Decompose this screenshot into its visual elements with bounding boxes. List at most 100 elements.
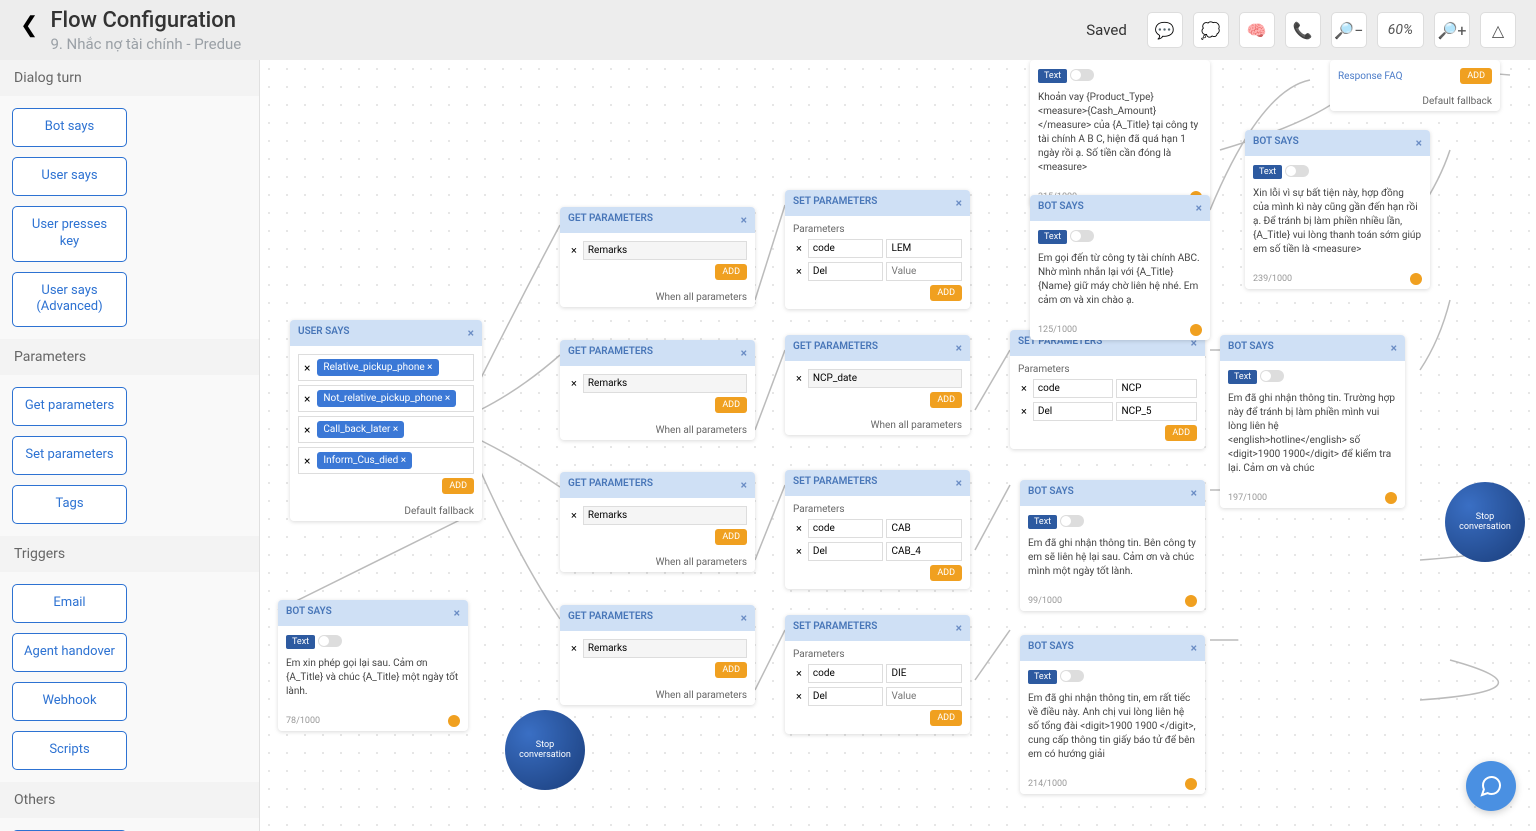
user-says-button[interactable]: User says bbox=[12, 157, 127, 196]
bot-says-node[interactable]: BOT SAYS× Text Em đã ghi nhận thông tin.… bbox=[1020, 480, 1205, 611]
zoom-in-icon[interactable]: 🔎+ bbox=[1434, 12, 1470, 48]
get-params-node[interactable]: GET PARAMETERS× ×ADD When all parameters bbox=[785, 335, 970, 435]
param-key[interactable] bbox=[808, 239, 884, 258]
upload-icon[interactable]: △ bbox=[1480, 12, 1516, 48]
set-params-node[interactable]: SET PARAMETERS× Parameters × × ADD bbox=[1010, 330, 1205, 449]
remove-icon[interactable]: × bbox=[301, 361, 313, 375]
get-params-node[interactable]: GET PARAMETERS× ×ADD When all parameters bbox=[560, 605, 755, 705]
intent-tag[interactable]: Call_back_later × bbox=[317, 421, 404, 438]
remove-icon[interactable]: × bbox=[1018, 382, 1030, 395]
param-key[interactable] bbox=[1033, 402, 1114, 421]
get-params-button[interactable]: Get parameters bbox=[12, 387, 127, 426]
intent-tag[interactable]: Relative_pickup_phone × bbox=[317, 359, 438, 376]
add-button[interactable]: ADD bbox=[930, 285, 962, 301]
webhook-button[interactable]: Webhook bbox=[12, 682, 127, 721]
param-input[interactable] bbox=[583, 374, 747, 393]
get-params-node[interactable]: GET PARAMETERS× ×ADD When all parameters bbox=[560, 340, 755, 440]
close-icon[interactable]: × bbox=[454, 606, 460, 620]
stop-conversation-node[interactable]: Stop conversation bbox=[505, 710, 585, 790]
remove-icon[interactable]: × bbox=[793, 690, 805, 703]
toggle[interactable] bbox=[1060, 670, 1084, 682]
set-params-button[interactable]: Set parameters bbox=[12, 436, 127, 475]
toggle[interactable] bbox=[1285, 165, 1309, 177]
get-params-node[interactable]: GET PARAMETERS× ×ADD When all parameters bbox=[560, 472, 755, 572]
add-button[interactable]: ADD bbox=[930, 710, 962, 726]
close-icon[interactable]: × bbox=[741, 213, 747, 227]
set-params-node[interactable]: SET PARAMETERS× Parameters × × ADD bbox=[785, 470, 970, 589]
toggle[interactable] bbox=[318, 635, 342, 647]
add-button[interactable]: ADD bbox=[442, 478, 474, 494]
close-icon[interactable]: × bbox=[1196, 201, 1202, 215]
add-button[interactable]: ADD bbox=[715, 662, 747, 678]
toggle[interactable] bbox=[1260, 370, 1284, 382]
user-adv-button[interactable]: User says (Advanced) bbox=[12, 272, 127, 328]
remove-icon[interactable]: × bbox=[1018, 405, 1030, 418]
handover-button[interactable]: Agent handover bbox=[12, 633, 127, 672]
tags-button[interactable]: Tags bbox=[12, 485, 127, 524]
scripts-button[interactable]: Scripts bbox=[12, 731, 127, 770]
param-key[interactable] bbox=[808, 687, 884, 706]
close-icon[interactable]: × bbox=[468, 326, 474, 340]
close-icon[interactable]: × bbox=[956, 476, 962, 490]
param-key[interactable] bbox=[1033, 379, 1114, 398]
remove-icon[interactable]: × bbox=[793, 522, 805, 535]
remove-icon[interactable]: × bbox=[793, 667, 805, 680]
remove-icon[interactable]: × bbox=[301, 423, 313, 437]
intent-tag[interactable]: Not_relative_pickup_phone × bbox=[317, 390, 456, 407]
close-icon[interactable]: × bbox=[1191, 486, 1197, 500]
remove-icon[interactable]: × bbox=[793, 372, 805, 385]
brain2-icon[interactable]: 🧠 bbox=[1239, 12, 1275, 48]
close-icon[interactable]: × bbox=[1416, 136, 1422, 150]
set-params-node[interactable]: SET PARAMETERS× Parameters × × ADD bbox=[785, 190, 970, 309]
remove-icon[interactable]: × bbox=[793, 242, 805, 255]
remove-icon[interactable]: × bbox=[793, 265, 805, 278]
close-icon[interactable]: × bbox=[956, 196, 962, 210]
email-button[interactable]: Email bbox=[12, 584, 127, 623]
zoom-out-icon[interactable]: 🔎− bbox=[1331, 12, 1367, 48]
remove-icon[interactable]: × bbox=[793, 545, 805, 558]
add-button[interactable]: ADD bbox=[930, 392, 962, 408]
faq-node[interactable]: Response FAQ ADD Default fallback bbox=[1330, 60, 1500, 111]
close-icon[interactable]: × bbox=[1391, 341, 1397, 355]
close-icon[interactable]: × bbox=[741, 346, 747, 360]
param-key[interactable] bbox=[808, 542, 884, 561]
close-icon[interactable]: × bbox=[956, 621, 962, 635]
bot-says-node[interactable]: BOT SAYS× Text Em đã ghi nhận thông tin,… bbox=[1020, 635, 1205, 794]
add-button[interactable]: ADD bbox=[715, 264, 747, 280]
stop-conversation-node[interactable]: Stop conversation bbox=[1445, 482, 1525, 562]
intent-tag[interactable]: Inform_Cus_died × bbox=[317, 452, 412, 469]
back-button[interactable]: ❮ bbox=[20, 13, 38, 38]
add-chat-icon[interactable]: 💬 bbox=[1147, 12, 1183, 48]
param-value[interactable] bbox=[886, 519, 962, 538]
chat-fab[interactable] bbox=[1466, 761, 1516, 811]
toggle[interactable] bbox=[1070, 69, 1094, 81]
zoom-level[interactable]: 60% bbox=[1377, 12, 1424, 48]
remove-icon[interactable]: × bbox=[568, 509, 580, 522]
get-params-node[interactable]: GET PARAMETERS× × ADD When all parameter… bbox=[560, 207, 755, 307]
param-input[interactable] bbox=[583, 241, 747, 260]
param-value[interactable] bbox=[1116, 402, 1197, 421]
add-button[interactable]: ADD bbox=[715, 529, 747, 545]
add-button[interactable]: ADD bbox=[1165, 425, 1197, 441]
param-value[interactable] bbox=[886, 262, 962, 281]
close-icon[interactable]: × bbox=[956, 341, 962, 355]
bot-says-node[interactable]: BOT SAYS× Text Em gọi đến từ công ty tài… bbox=[1030, 195, 1210, 340]
add-button[interactable]: ADD bbox=[1460, 68, 1492, 84]
close-icon[interactable]: × bbox=[741, 478, 747, 492]
close-icon[interactable]: × bbox=[741, 611, 747, 625]
canvas[interactable]: USER SAYS× ×Relative_pickup_phone × ×Not… bbox=[260, 60, 1536, 831]
param-value[interactable] bbox=[886, 664, 962, 683]
param-input[interactable] bbox=[583, 639, 747, 658]
bot-says-node[interactable]: Text Khoản vay {Product_Type} <measure>{… bbox=[1030, 60, 1210, 207]
user-key-button[interactable]: User presses key bbox=[12, 206, 127, 262]
remove-icon[interactable]: × bbox=[568, 244, 580, 257]
add-button[interactable]: ADD bbox=[715, 397, 747, 413]
set-params-node[interactable]: SET PARAMETERS× Parameters × × ADD bbox=[785, 615, 970, 734]
bot-says-node[interactable]: BOT SAYS× Text Em xin phép gọi lại sau. … bbox=[278, 600, 468, 731]
param-value[interactable] bbox=[1116, 379, 1197, 398]
param-value[interactable] bbox=[886, 542, 962, 561]
toggle[interactable] bbox=[1060, 515, 1084, 527]
user-says-node[interactable]: USER SAYS× ×Relative_pickup_phone × ×Not… bbox=[290, 320, 482, 521]
param-key[interactable] bbox=[808, 519, 884, 538]
remove-icon[interactable]: × bbox=[568, 377, 580, 390]
